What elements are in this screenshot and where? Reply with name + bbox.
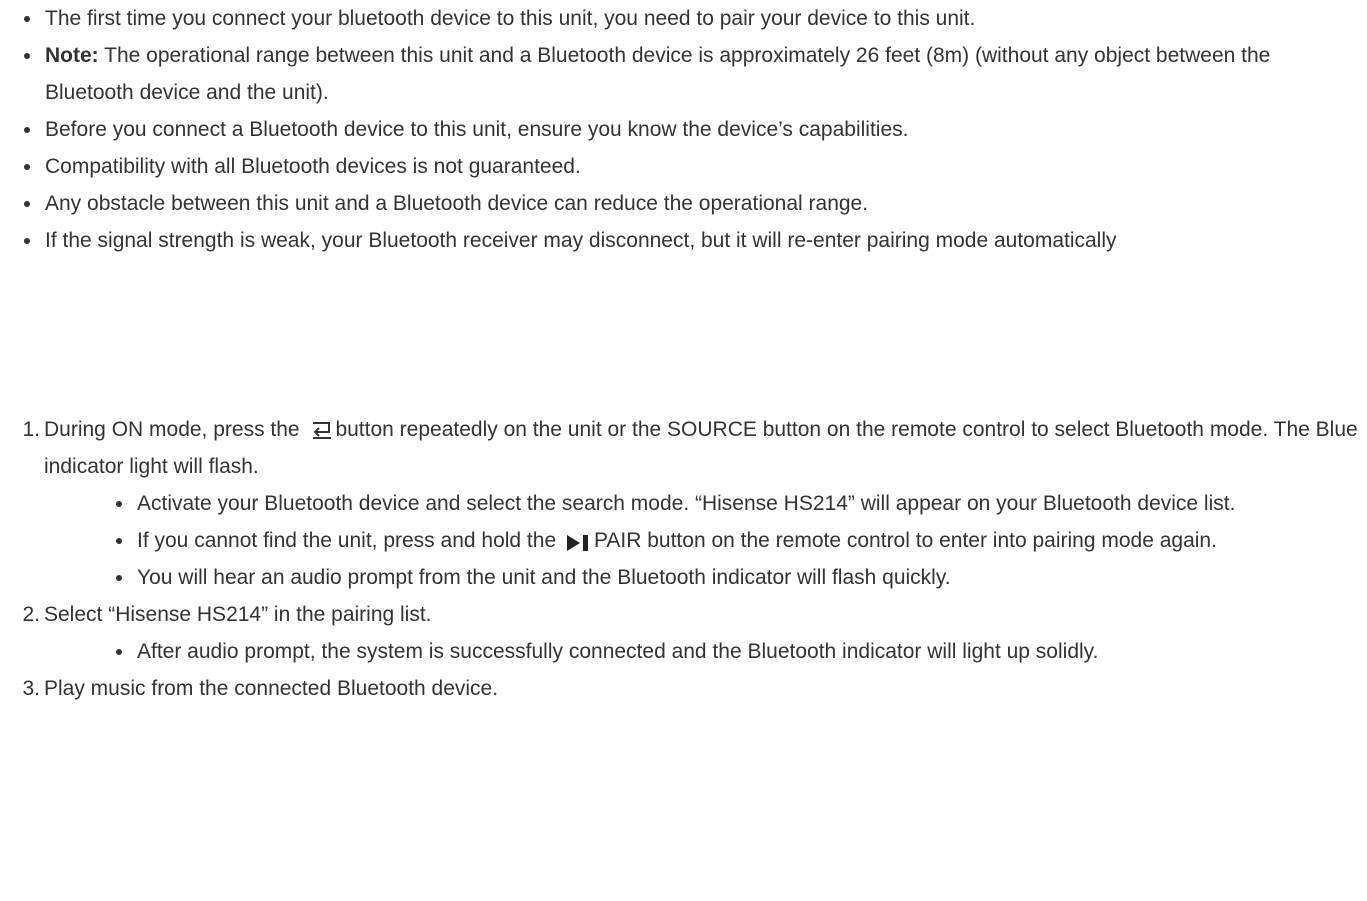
source-icon	[311, 416, 333, 440]
list-item: If the signal strength is weak, your Blu…	[24, 222, 1364, 259]
sub-list: After audio prompt, the system is succes…	[116, 633, 1341, 670]
note-label: Note:	[45, 44, 99, 67]
steps-list: 1. During ON mode, press the button repe…	[0, 411, 1365, 707]
step-item: 1. During ON mode, press the button repe…	[0, 411, 1365, 596]
list-item: If you cannot find the unit, press and h…	[116, 522, 1341, 559]
step-number: 1.	[22, 418, 40, 441]
step-item: 2. Select “Hisense HS214” in the pairing…	[0, 596, 1365, 670]
list-item: The first time you connect your bluetoot…	[24, 0, 1364, 37]
list-item: After audio prompt, the system is succes…	[116, 633, 1341, 670]
step-number: 2.	[22, 603, 40, 626]
notes-list: The first time you connect your bluetoot…	[24, 0, 1364, 259]
instructions-page: The first time you connect your bluetoot…	[0, 0, 1367, 901]
list-item: You will hear an audio prompt from the u…	[116, 559, 1341, 596]
list-item: Compatibility with all Bluetooth devices…	[24, 148, 1364, 185]
list-item: Any obstacle between this unit and a Blu…	[24, 185, 1364, 222]
list-item: Before you connect a Bluetooth device to…	[24, 111, 1364, 148]
sub-list: Activate your Bluetooth device and selec…	[116, 485, 1341, 596]
step-item: 3. Play music from the connected Bluetoo…	[0, 670, 1365, 707]
step-number: 3.	[22, 677, 40, 700]
list-item: Note: The operational range between this…	[24, 37, 1364, 111]
play-pause-icon	[566, 528, 592, 552]
list-item: Activate your Bluetooth device and selec…	[116, 485, 1341, 522]
